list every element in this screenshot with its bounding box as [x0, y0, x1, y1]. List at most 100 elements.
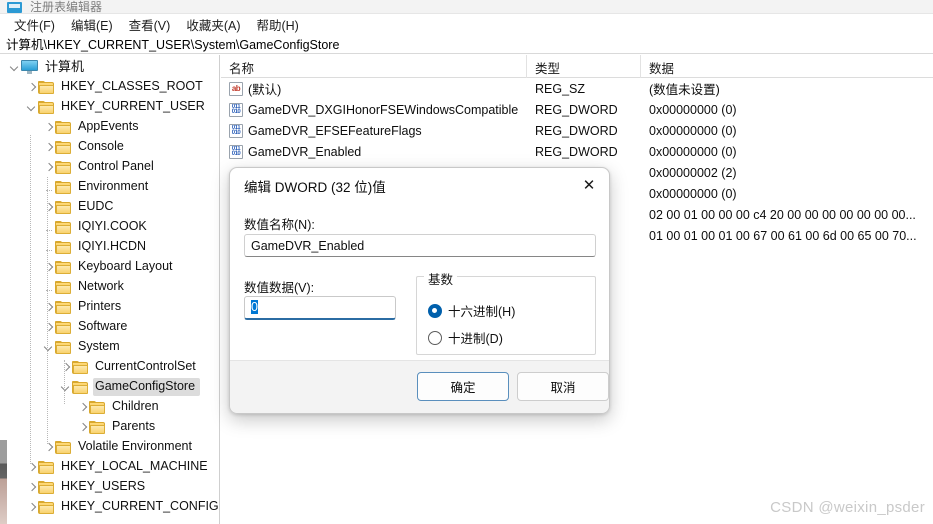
tree-item-label: HKEY_CURRENT_USER: [61, 99, 205, 113]
tree-item-keyboard-layout[interactable]: Keyboard Layout: [0, 257, 219, 277]
computer-icon: [21, 60, 39, 74]
registry-tree: 计算机 HKEY_CLASSES_ROOT HKEY_CURRENT_USER App…: [0, 55, 219, 517]
chevron-right-icon[interactable]: [42, 321, 55, 334]
tree-item-hkey-local-machine[interactable]: HKEY_LOCAL_MACHINE: [0, 457, 219, 477]
tree-item-printers[interactable]: Printers: [0, 297, 219, 317]
ok-button[interactable]: 确定: [417, 372, 509, 401]
folder-icon: [55, 340, 72, 354]
address-bar[interactable]: 计算机\HKEY_CURRENT_USER\System\GameConfigS…: [0, 34, 933, 54]
chevron-down-icon[interactable]: [42, 341, 55, 354]
table-row[interactable]: 011 010 GameDVR_Enabled REG_DWORD 0x00000000…: [221, 141, 933, 162]
radio-decimal[interactable]: 十进制(D): [428, 328, 503, 347]
menu-favorites[interactable]: 收藏夹(A): [178, 14, 248, 35]
chevron-right-icon[interactable]: [42, 161, 55, 174]
folder-icon: [72, 360, 89, 374]
tree-item-eudc[interactable]: EUDC: [0, 197, 219, 217]
folder-icon: [55, 280, 72, 294]
tree-item-volatile-environment[interactable]: Volatile Environment: [0, 437, 219, 457]
tree-item-label: Keyboard Layout: [78, 259, 173, 273]
chevron-right-icon[interactable]: [42, 121, 55, 134]
folder-icon: [38, 460, 55, 474]
chevron-right-icon[interactable]: [42, 201, 55, 214]
tree-item-label: Children: [112, 399, 159, 413]
tree-item-parents[interactable]: Parents: [0, 417, 219, 437]
cell-data: 02 00 01 00 00 00 c4 20 00 00 00 00 00 0…: [649, 207, 916, 222]
radio-hexadecimal[interactable]: 十六进制(H): [428, 301, 515, 320]
table-row[interactable]: 011 010 GameDVR_EFSEFeatureFlags REG_DWORD 0…: [221, 120, 933, 141]
tree-item-hkey-classes-root[interactable]: HKEY_CLASSES_ROOT: [0, 77, 219, 97]
chevron-right-icon[interactable]: [42, 141, 55, 154]
menu-edit[interactable]: 编辑(E): [63, 14, 121, 35]
pane-scroll-artifact[interactable]: [0, 440, 7, 524]
cell-name: 011 010 GameDVR_EFSEFeatureFlags: [221, 123, 527, 138]
cell-data: 0x00000000 (0): [649, 123, 737, 138]
tree-item-network[interactable]: Network: [0, 277, 219, 297]
chevron-right-icon[interactable]: [25, 461, 38, 474]
table-row[interactable]: ab (默认) REG_SZ (数值未设置): [221, 78, 933, 99]
folder-icon: [38, 480, 55, 494]
chevron-right-icon[interactable]: [25, 481, 38, 494]
chevron-right-icon[interactable]: [59, 361, 72, 374]
table-row[interactable]: 011 010 GameDVR_DXGIHonorFSEWindowsCompati…: [221, 99, 933, 120]
chevron-right-icon[interactable]: [25, 501, 38, 514]
column-data[interactable]: 数据: [641, 55, 933, 78]
cell-type: REG_DWORD: [535, 144, 618, 159]
tree-item-control-panel[interactable]: Control Panel: [0, 157, 219, 177]
list-column-headers[interactable]: 名称 类型 数据: [221, 55, 933, 78]
folder-icon: [55, 240, 72, 254]
reg-dword-icon: 011 010: [229, 144, 243, 159]
value-name-text: (默认): [248, 83, 282, 97]
chevron-down-icon[interactable]: [59, 381, 72, 394]
tree-item--[interactable]: 计算机: [0, 57, 219, 77]
radix-legend: 基数: [424, 269, 458, 288]
tree-item-label: HKEY_USERS: [61, 479, 146, 493]
folder-icon: [55, 300, 72, 314]
tree-item-hkey-current-config[interactable]: HKEY_CURRENT_CONFIG: [0, 497, 219, 517]
tree-item-console[interactable]: Console: [0, 137, 219, 157]
tree-item-gameconfigstore[interactable]: GameConfigStore: [0, 377, 219, 397]
tree-item-hkey-current-user[interactable]: HKEY_CURRENT_USER: [0, 97, 219, 117]
tree-item-label: Parents: [112, 419, 156, 433]
registry-tree-pane[interactable]: 计算机 HKEY_CLASSES_ROOT HKEY_CURRENT_USER App…: [0, 55, 220, 524]
reg-dword-icon: 011 010: [229, 123, 243, 138]
column-name[interactable]: 名称: [221, 55, 527, 78]
tree-item-hkey-users[interactable]: HKEY_USERS: [0, 477, 219, 497]
chevron-right-icon[interactable]: [76, 401, 89, 414]
tree-item-iqiyi-cook[interactable]: IQIYI.COOK: [0, 217, 219, 237]
value-data-text: 0: [251, 300, 258, 314]
chevron-right-icon[interactable]: [25, 81, 38, 94]
tree-item-label: AppEvents: [78, 119, 139, 133]
chevron-right-icon[interactable]: [42, 301, 55, 314]
menu-file[interactable]: 文件(F): [6, 14, 63, 35]
menu-view[interactable]: 查看(V): [121, 14, 179, 35]
tree-item-children[interactable]: Children: [0, 397, 219, 417]
menu-help[interactable]: 帮助(H): [248, 14, 306, 35]
tree-item-system[interactable]: System: [0, 337, 219, 357]
cell-type: REG_DWORD: [535, 102, 618, 117]
radio-decimal-label: 十进制(D): [448, 332, 503, 346]
tree-item-label: Software: [78, 319, 128, 333]
chevron-right-icon[interactable]: [42, 261, 55, 274]
chevron-right-icon[interactable]: [76, 421, 89, 434]
folder-icon: [55, 200, 72, 214]
address-path: 计算机\HKEY_CURRENT_USER\System\GameConfigS…: [6, 38, 340, 52]
tree-item-appevents[interactable]: AppEvents: [0, 117, 219, 137]
tree-item-currentcontrolset[interactable]: CurrentControlSet: [0, 357, 219, 377]
tree-item-label: Environment: [78, 179, 149, 193]
chevron-down-icon[interactable]: [8, 61, 21, 74]
value-data-input[interactable]: 0: [244, 296, 396, 320]
registry-editor-icon: [7, 2, 22, 13]
column-type[interactable]: 类型: [527, 55, 641, 78]
folder-icon: [55, 320, 72, 334]
cell-name: 011 010 GameDVR_DXGIHonorFSEWindowsCompati…: [221, 102, 527, 117]
tree-item-iqiyi-hcdn[interactable]: IQIYI.HCDN: [0, 237, 219, 257]
folder-icon: [72, 380, 89, 394]
cancel-button[interactable]: 取消: [517, 372, 609, 401]
tree-item-environment[interactable]: Environment: [0, 177, 219, 197]
close-icon[interactable]: ✕: [575, 173, 603, 197]
chevron-right-icon[interactable]: [42, 441, 55, 454]
tree-item-label: HKEY_CURRENT_CONFIG: [61, 499, 219, 513]
value-name-input[interactable]: [244, 234, 596, 257]
tree-item-software[interactable]: Software: [0, 317, 219, 337]
chevron-down-icon[interactable]: [25, 101, 38, 114]
